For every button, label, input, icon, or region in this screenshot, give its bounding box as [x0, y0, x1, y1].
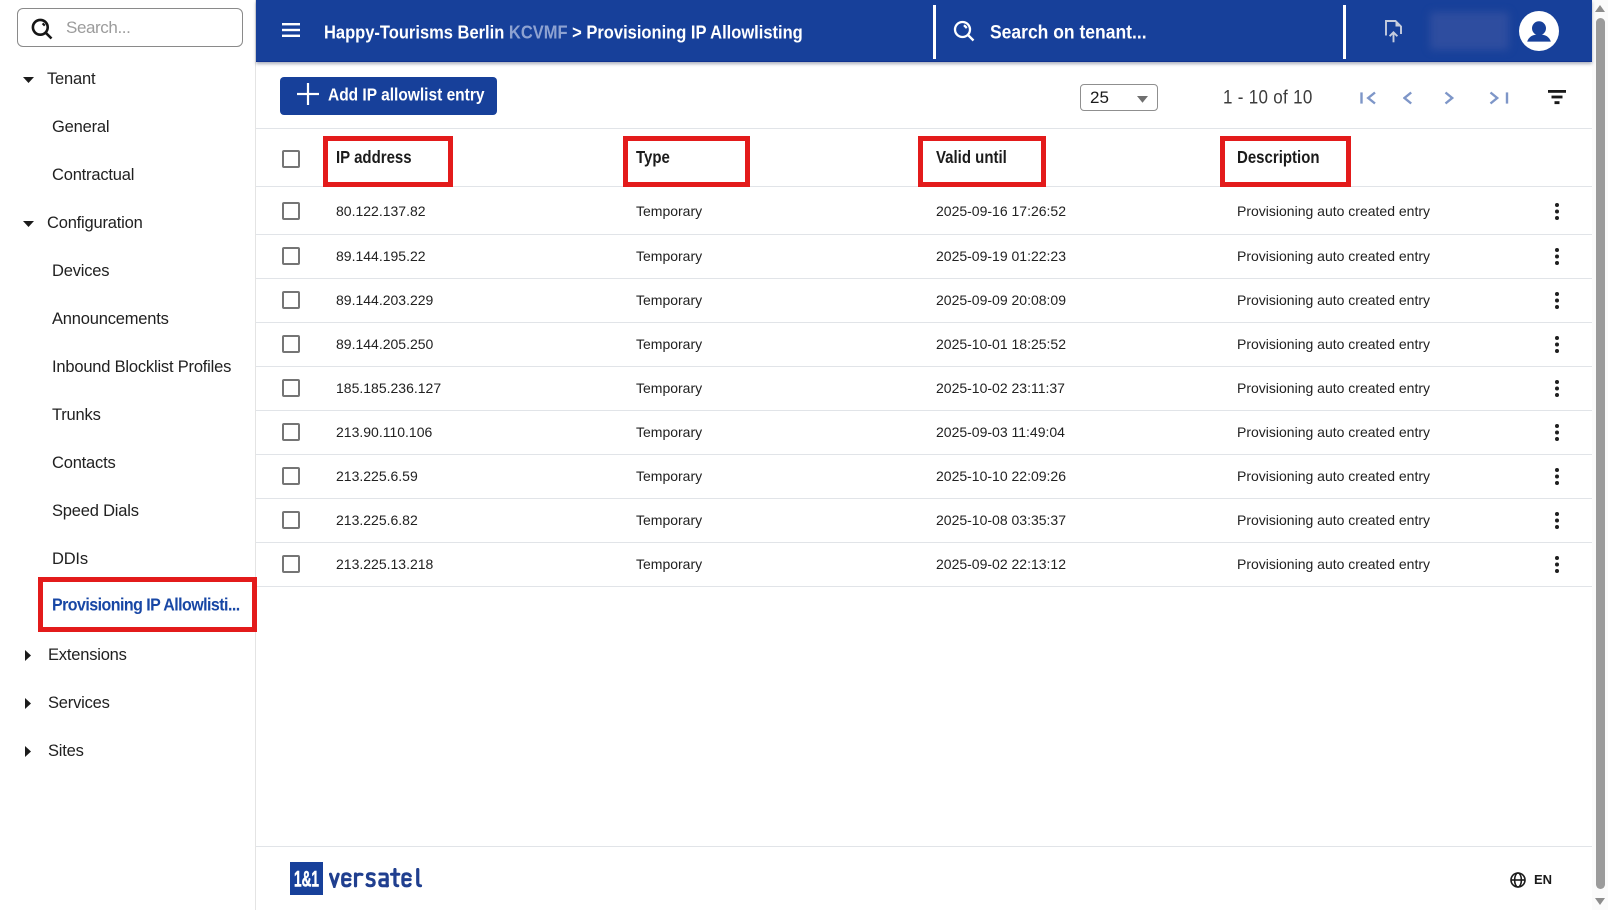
- svg-text:1&1: 1&1: [294, 867, 319, 892]
